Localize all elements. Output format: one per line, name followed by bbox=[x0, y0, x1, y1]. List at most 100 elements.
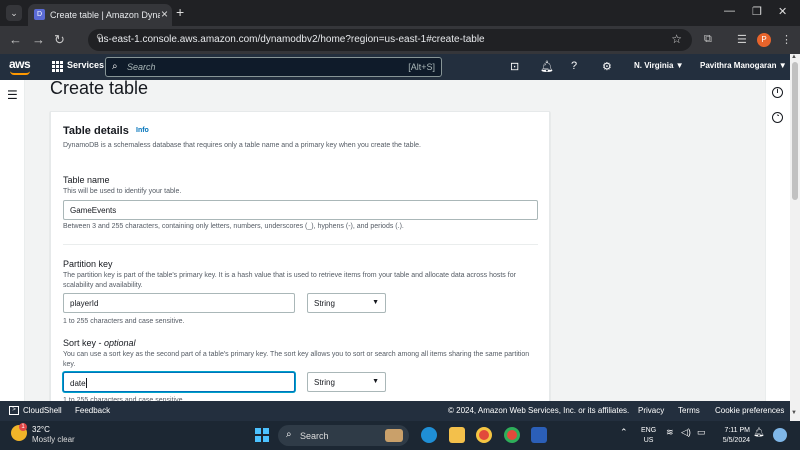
new-tab-button[interactable]: + bbox=[176, 4, 184, 20]
partition-key-constraint: 1 to 255 characters and case sensitive. bbox=[63, 318, 185, 325]
aws-logo[interactable]: aws bbox=[9, 57, 31, 71]
reading-list-icon[interactable]: ☰ bbox=[737, 33, 747, 46]
page-title: Create table bbox=[50, 78, 149, 98]
search-icon: ⌕ bbox=[112, 61, 118, 72]
help-icon[interactable]: ? bbox=[571, 60, 577, 72]
caret-down-icon: ▼ bbox=[372, 299, 379, 306]
partition-key-type-select[interactable]: String ▼ bbox=[307, 293, 386, 313]
page-scrollbar[interactable]: ▲ ▼ bbox=[790, 54, 800, 422]
language-bottom: US bbox=[643, 437, 654, 444]
chrome-active-icon[interactable] bbox=[504, 427, 520, 443]
wifi-icon[interactable]: ≋ bbox=[666, 427, 674, 438]
file-explorer-icon[interactable] bbox=[449, 427, 465, 443]
partition-key-description: The partition key is part of the table's… bbox=[63, 272, 516, 289]
notifications-bell-icon[interactable]: 🔔︎ bbox=[753, 427, 764, 438]
aws-top-nav: aws Services ⌕ Search [Alt+S] ⊡ 🔔︎ ? ⚙ N… bbox=[0, 54, 790, 80]
cloudshell-footer-icon[interactable]: > bbox=[9, 406, 19, 415]
language-indicator[interactable]: ENG US bbox=[641, 426, 656, 446]
search-highlight-icon bbox=[385, 429, 403, 442]
table-name-input[interactable]: GameEvents bbox=[63, 200, 538, 220]
reload-button[interactable]: ↻ bbox=[54, 32, 65, 48]
taskbar-search-label: Search bbox=[300, 431, 329, 441]
tab-title: Create table | Amazon DynamoDB bbox=[50, 10, 160, 20]
privacy-link[interactable]: Privacy bbox=[638, 406, 664, 415]
browser-tab-bar: ⌄ D Create table | Amazon DynamoDB × + —… bbox=[0, 0, 800, 26]
info-panel-icon[interactable]: i bbox=[772, 87, 783, 98]
minimize-button[interactable]: — bbox=[724, 5, 735, 17]
sort-key-type-value: String bbox=[314, 378, 335, 387]
sort-key-type-select[interactable]: String ▼ bbox=[307, 372, 386, 392]
extensions-icon[interactable]: ⧉ bbox=[704, 33, 712, 46]
temperature: 32°C bbox=[32, 425, 50, 434]
weather-description: Mostly clear bbox=[32, 435, 75, 444]
sort-key-input[interactable]: date bbox=[63, 372, 295, 392]
aws-logo-smile bbox=[10, 71, 30, 75]
url-text: us-east-1.console.aws.amazon.com/dynamod… bbox=[98, 34, 485, 45]
table-details-panel: Table details Info DynamoDB is a schemal… bbox=[50, 111, 550, 411]
forward-button[interactable]: → bbox=[32, 32, 45, 47]
cloudshell-icon[interactable]: ⊡ bbox=[510, 60, 519, 73]
table-name-label: Table name bbox=[63, 175, 110, 185]
taskbar-search[interactable]: ⌕ Search bbox=[278, 425, 409, 446]
account-menu[interactable]: Pavithra Manogaran ▼ bbox=[700, 61, 787, 70]
windows-taskbar: 1 32°C Mostly clear ⌕ Search ⌃ ENG US ≋ … bbox=[0, 421, 800, 450]
cloudshell-link[interactable]: CloudShell bbox=[23, 406, 62, 415]
weather-badge: 1 bbox=[19, 423, 27, 431]
scroll-thumb[interactable] bbox=[792, 62, 798, 200]
tab-search-button[interactable]: ⌄ bbox=[6, 5, 22, 21]
chrome-menu-icon[interactable]: ⋮ bbox=[781, 33, 792, 46]
terms-link[interactable]: Terms bbox=[678, 406, 700, 415]
copyright-text: © 2024, Amazon Web Services, Inc. or its… bbox=[448, 406, 630, 415]
clock-date: 5/5/2024 bbox=[722, 437, 750, 444]
hamburger-menu-icon[interactable]: ☰ bbox=[7, 88, 18, 102]
back-button[interactable]: ← bbox=[9, 32, 22, 47]
aws-search-input[interactable]: ⌕ Search [Alt+S] bbox=[105, 57, 442, 77]
scroll-down-arrow-icon[interactable]: ▼ bbox=[791, 410, 797, 416]
services-grid-icon[interactable] bbox=[52, 61, 63, 72]
notifications-bell-icon[interactable]: 🔔︎ bbox=[540, 60, 554, 73]
chrome-icon[interactable] bbox=[476, 427, 492, 443]
scroll-up-arrow-icon[interactable]: ▲ bbox=[791, 54, 797, 60]
partition-key-input[interactable]: playerId bbox=[63, 293, 295, 313]
sort-key-label-text: Sort key bbox=[63, 338, 97, 348]
edge-icon[interactable] bbox=[421, 427, 437, 443]
profile-avatar[interactable]: P bbox=[757, 33, 771, 47]
restore-button[interactable]: ❐ bbox=[752, 5, 762, 18]
search-icon: ⌕ bbox=[286, 429, 292, 440]
cookie-preferences-link[interactable]: Cookie preferences bbox=[715, 406, 784, 415]
settings-gear-icon[interactable]: ⚙ bbox=[602, 60, 612, 73]
battery-icon[interactable]: ▭ bbox=[697, 427, 706, 438]
partition-key-type-value: String bbox=[314, 299, 335, 308]
panel-heading: Table details bbox=[63, 125, 129, 137]
tray-expand-icon[interactable]: ⌃ bbox=[620, 427, 628, 438]
services-menu[interactable]: Services bbox=[67, 60, 104, 70]
side-navigation: ☰ bbox=[0, 80, 25, 401]
sort-key-description: You can use a sort key as the second par… bbox=[63, 351, 530, 368]
search-placeholder: Search bbox=[127, 62, 156, 72]
region-selector[interactable]: N. Virginia ▼ bbox=[634, 61, 684, 70]
console-footer: > CloudShell Feedback © 2024, Amazon Web… bbox=[0, 401, 790, 421]
close-tab-icon[interactable]: × bbox=[161, 7, 168, 21]
copilot-icon[interactable] bbox=[773, 428, 787, 442]
clock-time: 7:11 PM bbox=[724, 427, 750, 434]
word-icon[interactable] bbox=[531, 427, 547, 443]
section-divider bbox=[63, 244, 538, 245]
info-link[interactable]: Info bbox=[136, 127, 149, 134]
search-shortcut: [Alt+S] bbox=[408, 62, 435, 72]
close-window-button[interactable]: ✕ bbox=[778, 5, 787, 18]
tutorial-icon[interactable]: ◔ bbox=[772, 112, 783, 123]
help-panel-rail: i ◔ bbox=[765, 80, 790, 401]
caret-down-icon: ▼ bbox=[372, 378, 379, 385]
browser-toolbar: ← → ↻ ⚲ us-east-1.console.aws.amazon.com… bbox=[0, 26, 800, 54]
feedback-link[interactable]: Feedback bbox=[75, 406, 110, 415]
bookmark-star-icon[interactable]: ☆ bbox=[671, 32, 682, 46]
dynamodb-favicon-icon: D bbox=[34, 9, 45, 20]
panel-description: DynamoDB is a schemaless database that r… bbox=[63, 142, 421, 149]
browser-tab[interactable]: D Create table | Amazon DynamoDB × bbox=[28, 4, 172, 26]
windows-start-icon[interactable] bbox=[255, 428, 269, 442]
system-clock[interactable]: 7:11 PM 5/5/2024 bbox=[716, 426, 750, 446]
volume-icon[interactable]: ◁) bbox=[681, 427, 691, 438]
language-top: ENG bbox=[641, 427, 657, 434]
address-bar[interactable]: ⚲ us-east-1.console.aws.amazon.com/dynam… bbox=[88, 29, 692, 51]
table-name-description: This will be used to identify your table… bbox=[63, 188, 182, 195]
